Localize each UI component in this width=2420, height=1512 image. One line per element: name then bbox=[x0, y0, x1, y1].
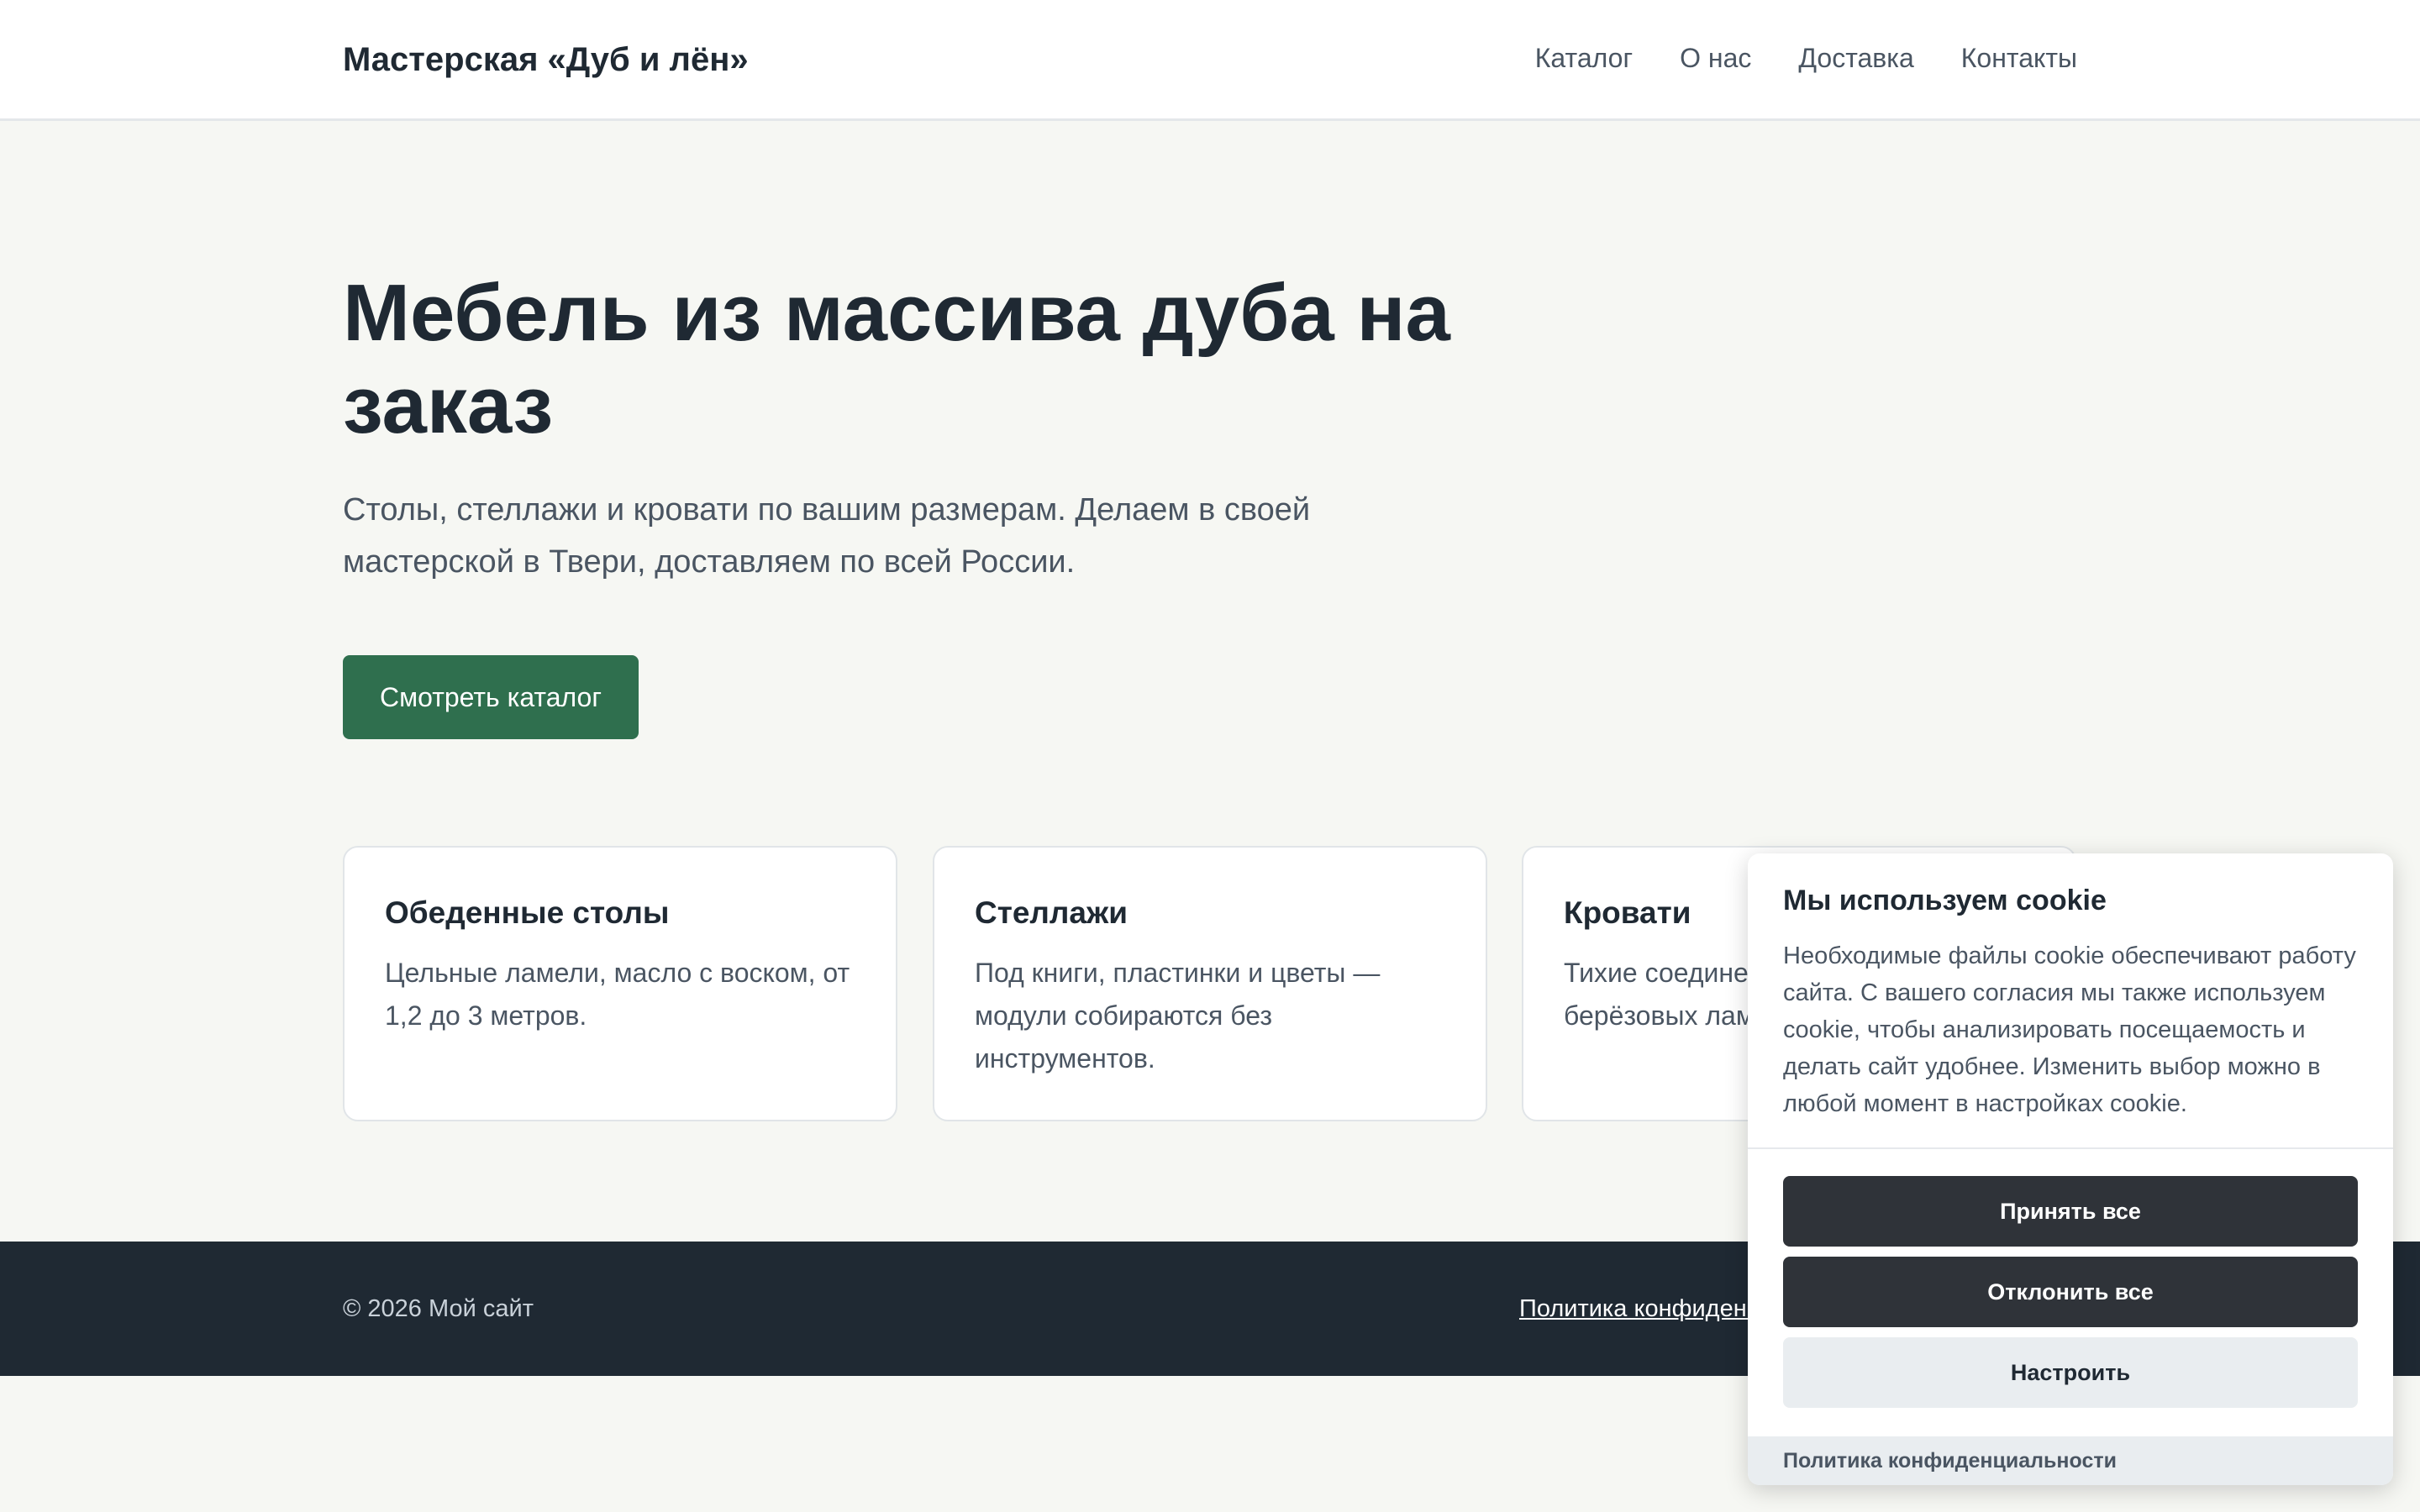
nav-link-delivery[interactable]: Доставка bbox=[1798, 39, 1913, 77]
cookie-banner-title: Мы используем cookie bbox=[1783, 885, 2107, 916]
accept-all-button[interactable]: Принять все bbox=[1783, 1176, 2358, 1247]
cookie-banner-footer: Политика конфиденциальности bbox=[1748, 1436, 2393, 1485]
nav-link-contacts[interactable]: Контакты bbox=[1961, 39, 2077, 77]
card-text: Под книги, пластинки и цветы — модули со… bbox=[975, 958, 1381, 1074]
customize-button[interactable]: Настроить bbox=[1783, 1337, 2358, 1408]
card-title: Стеллажи bbox=[975, 895, 1128, 930]
cookie-consent-banner: Мы используем cookie Необходимые файлы c… bbox=[1748, 853, 2393, 1485]
reject-all-button[interactable]: Отклонить все bbox=[1783, 1257, 2358, 1327]
copyright-text: © 2026 Мой сайт bbox=[343, 1295, 534, 1322]
cookie-banner-text: Необходимые файлы cookie обеспечивают ра… bbox=[1783, 942, 2356, 1117]
cookie-divider bbox=[1748, 1147, 2393, 1149]
card-text: Цельные ламели, масло с воском, от 1,2 д… bbox=[385, 958, 850, 1031]
nav-link-catalog[interactable]: Каталог bbox=[1535, 39, 1633, 77]
hero-subtitle: Столы, стеллажи и кровати по вашим разме… bbox=[343, 492, 1311, 580]
view-catalog-button[interactable]: Смотреть каталог bbox=[343, 655, 639, 739]
nav-link-about[interactable]: О нас bbox=[1680, 39, 1751, 77]
card-title: Обеденные столы bbox=[385, 895, 670, 930]
card-dining-tables[interactable]: Обеденные столы Цельные ламели, масло с … bbox=[343, 846, 897, 1121]
card-shelves[interactable]: Стеллажи Под книги, пластинки и цветы — … bbox=[933, 846, 1487, 1121]
main-nav: Каталог О нас Доставка Контакты bbox=[1535, 39, 2077, 77]
site-brand[interactable]: Мастерская «Дуб и лён» bbox=[343, 40, 749, 79]
site-header: Мастерская «Дуб и лён» Каталог О нас Дос… bbox=[0, 0, 2420, 121]
hero-title: Мебель из массива дуба на заказ bbox=[343, 268, 1450, 450]
cookie-privacy-link[interactable]: Политика конфиденциальности bbox=[1783, 1449, 2117, 1473]
